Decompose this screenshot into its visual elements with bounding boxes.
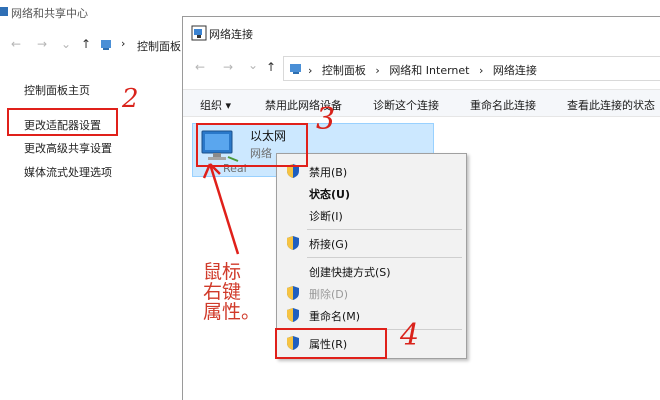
annotation-number-3: 3 — [316, 102, 336, 137]
sidebar-link-media-streaming[interactable]: 媒体流式处理选项 — [24, 164, 112, 180]
annotation-box-step4 — [275, 328, 387, 359]
menu-item-label: 诊断(I) — [309, 210, 343, 223]
annotation-number-2: 2 — [122, 84, 139, 114]
control-panel-icon — [101, 40, 111, 50]
network-connections-icon — [191, 25, 207, 41]
chevron-down-icon[interactable]: ⌄ — [58, 36, 74, 52]
breadcrumb-control-panel[interactable]: 控制面板 — [137, 38, 181, 54]
front-window-navbar: ← → ⌄ ↑ › 控制面板 › 网络和 Internet › 网络连接 — [183, 51, 660, 85]
menu-item-rename[interactable]: 重命名(M) — [277, 304, 466, 326]
uac-shield-icon — [287, 286, 299, 300]
annotation-box-step2 — [7, 108, 118, 136]
forward-arrow-icon[interactable]: → — [220, 59, 236, 75]
menu-item-diagnose[interactable]: 诊断(I) — [277, 204, 466, 226]
menu-item-label: 重命名(M) — [309, 310, 361, 323]
back-arrow-icon[interactable]: ← — [8, 36, 24, 52]
breadcrumb-separator-icon: › — [308, 64, 313, 77]
breadcrumb-separator-icon: › — [375, 64, 380, 77]
breadcrumb-network-connections[interactable]: 网络连接 — [493, 64, 537, 77]
breadcrumb-separator-icon: › — [479, 64, 484, 77]
menu-item-bridge[interactable]: 桥接(G) — [277, 232, 466, 254]
view-status-button[interactable]: 查看此连接的状态 — [567, 97, 655, 113]
annotation-arrow-icon — [202, 163, 240, 255]
back-window-navbar: ← → ⌄ ↑ › 控制面板 — [0, 34, 190, 56]
command-toolbar: 组织 ▾ 禁用此网络设备 诊断这个连接 重命名此连接 查看此连接的状态 — [183, 89, 660, 117]
control-panel-icon — [290, 64, 301, 74]
breadcrumb-control-panel[interactable]: 控制面板 — [322, 64, 366, 77]
uac-shield-icon — [287, 308, 299, 322]
menu-item-label: 创建快捷方式(S) — [309, 266, 391, 279]
forward-arrow-icon[interactable]: → — [34, 36, 50, 52]
menu-item-label: 禁用(B) — [309, 166, 348, 179]
chevron-down-icon[interactable]: ⌄ — [245, 57, 261, 73]
sidebar-link-control-panel-home[interactable]: 控制面板主页 — [24, 82, 90, 98]
uac-shield-icon — [287, 236, 299, 250]
diagnose-connection-button[interactable]: 诊断这个连接 — [373, 97, 439, 113]
menu-item-label: 桥接(G) — [309, 238, 349, 251]
address-bar[interactable]: › 控制面板 › 网络和 Internet › 网络连接 — [283, 56, 660, 81]
back-arrow-icon[interactable]: ← — [192, 59, 208, 75]
menu-item-label: 删除(D) — [309, 288, 349, 301]
menu-separator — [307, 229, 462, 230]
front-window-titlebar: 网络连接 — [183, 17, 660, 51]
annotation-handwriting: 鼠标 右键 属性。 — [203, 261, 261, 323]
front-window-title: 网络连接 — [209, 28, 253, 41]
organize-button[interactable]: 组织 ▾ — [200, 97, 231, 113]
menu-item-status[interactable]: 状态(U) — [277, 182, 466, 204]
rename-connection-button[interactable]: 重命名此连接 — [470, 97, 536, 113]
breadcrumb-separator-icon: › — [121, 37, 126, 50]
back-window-title: 网络和共享中心 — [11, 7, 88, 20]
up-arrow-icon[interactable]: ↑ — [78, 36, 94, 52]
menu-separator — [307, 257, 462, 258]
annotation-number-4: 4 — [400, 318, 420, 353]
menu-item-delete[interactable]: 删除(D) — [277, 282, 466, 304]
menu-item-label: 状态(U) — [309, 188, 350, 201]
sidebar-link-advanced-sharing[interactable]: 更改高级共享设置 — [24, 140, 112, 156]
menu-item-create-shortcut[interactable]: 创建快捷方式(S) — [277, 260, 466, 282]
breadcrumb-network-internet[interactable]: 网络和 Internet — [389, 64, 469, 77]
up-arrow-icon[interactable]: ↑ — [263, 59, 279, 75]
breadcrumb: › 控制面板 › 网络和 Internet › 网络连接 — [308, 62, 543, 78]
